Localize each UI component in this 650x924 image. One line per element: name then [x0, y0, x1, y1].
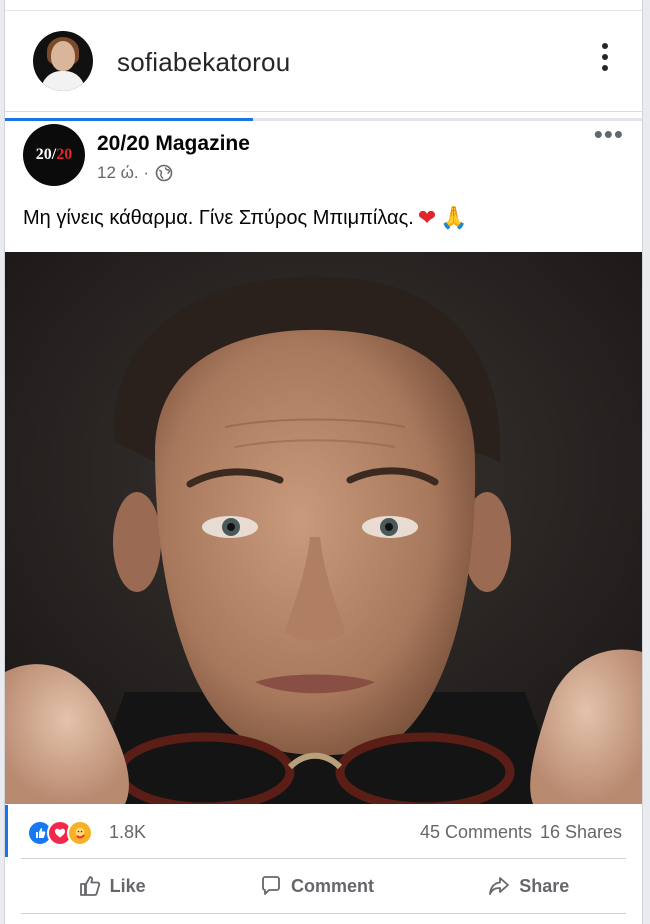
- post-frame: sofiabekatorou 20/20 20/20 Magazine 12 ώ…: [4, 0, 643, 924]
- post-message: Μη γίνεις κάθαρμα. Γίνε Σπύρος Μπιμπίλας…: [23, 207, 414, 229]
- like-button[interactable]: Like: [64, 868, 160, 904]
- page-avatar[interactable]: 20/20: [23, 124, 85, 186]
- avatar[interactable]: [33, 31, 93, 91]
- comment-button[interactable]: Comment: [245, 868, 388, 904]
- globe-icon[interactable]: [155, 164, 173, 182]
- comment-bubble-icon: [262, 876, 280, 895]
- share-button[interactable]: Share: [473, 868, 583, 904]
- post-action-bar: Like Comment Share: [21, 858, 626, 914]
- comment-label: Comment: [290, 875, 374, 896]
- post-options-icon[interactable]: •••: [594, 121, 624, 147]
- heart-emoji-icon: ❤: [417, 206, 437, 231]
- logo-text-main: 20/: [35, 146, 57, 163]
- post-photo[interactable]: [5, 252, 642, 804]
- post-meta: 12 ώ. ·: [97, 163, 173, 183]
- post-time[interactable]: 12 ώ. ·: [97, 163, 149, 183]
- avatar-shirt: [41, 71, 85, 91]
- ig-profile-header: sofiabekatorou: [5, 11, 642, 112]
- reaction-count[interactable]: 1.8K: [109, 822, 146, 843]
- progress-track: [5, 118, 642, 121]
- reactions-summary: 1.8K 45 Comments 16 Shares: [5, 810, 642, 854]
- share-arrow-icon: [489, 877, 510, 895]
- post-text: Μη γίνεις κάθαρμα. Γίνε Σπύρος Μπιμπίλας…: [23, 206, 622, 231]
- page-logo: 20/20: [36, 146, 72, 164]
- top-strip: [5, 0, 642, 11]
- more-options-icon[interactable]: [598, 43, 612, 79]
- thumbs-up-icon: [79, 876, 100, 896]
- care-reaction-icon: [67, 820, 93, 846]
- page-name[interactable]: 20/20 Magazine: [97, 132, 250, 156]
- profile-username[interactable]: sofiabekatorou: [117, 47, 290, 78]
- share-label: Share: [519, 875, 570, 896]
- reaction-icons[interactable]: [27, 820, 93, 846]
- avatar-face: [51, 41, 75, 71]
- progress-fill: [5, 118, 254, 121]
- like-label: Like: [109, 875, 146, 896]
- logo-text-accent: 20: [56, 146, 73, 163]
- pray-emoji-icon: 🙏: [440, 206, 468, 231]
- comments-count[interactable]: 45 Comments: [420, 822, 532, 843]
- shares-count[interactable]: 16 Shares: [540, 822, 622, 843]
